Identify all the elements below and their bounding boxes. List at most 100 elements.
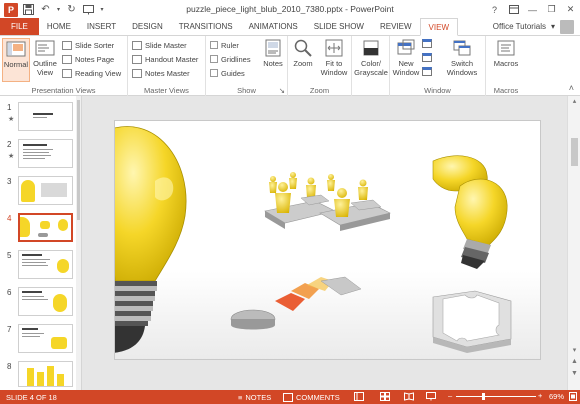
magnifier-icon bbox=[294, 39, 312, 57]
slide-thumbnail[interactable]: 2 ★ bbox=[0, 138, 78, 174]
group-label-window: Window bbox=[424, 86, 451, 95]
undo-dropdown-icon[interactable]: ▾ bbox=[56, 3, 61, 16]
handout-master-button[interactable]: Handout Master bbox=[132, 53, 198, 65]
slide-canvas[interactable] bbox=[114, 120, 541, 360]
move-split-icon[interactable] bbox=[422, 67, 432, 76]
thumbnails-scrollbar-thumb[interactable] bbox=[77, 100, 80, 220]
avatar[interactable] bbox=[560, 19, 574, 34]
tab-home[interactable]: HOME bbox=[39, 18, 79, 35]
slide-sorter-status-button[interactable] bbox=[380, 392, 390, 403]
ribbon: Normal Outline View Slide Sorter Notes P… bbox=[0, 36, 580, 96]
tab-transitions[interactable]: TRANSITIONS bbox=[171, 18, 241, 35]
slide-number: 1 bbox=[7, 103, 12, 112]
account-caret-icon[interactable]: ▾ bbox=[551, 22, 555, 31]
normal-view-icon bbox=[6, 41, 26, 57]
ruler-label: Ruler bbox=[221, 40, 239, 50]
slide-preview bbox=[18, 213, 73, 242]
editor-scrollbar-thumb[interactable] bbox=[571, 138, 578, 166]
animation-star-icon: ★ bbox=[8, 153, 15, 160]
switch-windows-button[interactable]: Switch Windows bbox=[442, 38, 482, 77]
tab-review[interactable]: REVIEW bbox=[372, 18, 420, 35]
gridlines-check-box[interactable] bbox=[210, 55, 218, 63]
notes-master-button[interactable]: Notes Master bbox=[132, 67, 190, 79]
guides-checkbox[interactable]: Guides bbox=[210, 67, 245, 79]
slide-thumbnail[interactable]: 5 bbox=[0, 249, 78, 285]
slide-sorter-button[interactable]: Slide Sorter bbox=[62, 39, 114, 51]
slide-preview bbox=[18, 176, 73, 205]
slide-thumbnail-selected[interactable]: 4 bbox=[0, 212, 78, 248]
zoom-out-button[interactable]: – bbox=[448, 391, 452, 400]
undo-icon[interactable]: ↶ bbox=[39, 3, 52, 16]
slide-thumbnail[interactable]: 3 bbox=[0, 175, 78, 211]
close-icon[interactable]: ✕ bbox=[561, 0, 580, 19]
editor-scrollbar[interactable]: ▴ ▾ ▲ ▼ bbox=[567, 96, 580, 390]
fit-to-window-button[interactable]: Fit to Window bbox=[318, 38, 350, 77]
color-grayscale-icon bbox=[363, 40, 379, 56]
zoom-slider[interactable] bbox=[456, 393, 536, 400]
collapse-ribbon-icon[interactable]: ˄ bbox=[569, 83, 574, 93]
zoom-in-button[interactable]: + bbox=[538, 391, 542, 400]
notes-button[interactable]: Notes bbox=[262, 38, 284, 69]
tab-slide-show[interactable]: SLIDE SHOW bbox=[306, 18, 372, 35]
slide-thumbnail[interactable]: 6 bbox=[0, 286, 78, 322]
slide-thumbnail[interactable]: 1 ★ bbox=[0, 101, 78, 137]
start-slideshow-icon[interactable] bbox=[82, 3, 95, 16]
cascade-icon[interactable] bbox=[422, 53, 432, 62]
thumbnails-scrollbar[interactable] bbox=[76, 96, 81, 390]
zoom-label: Zoom bbox=[293, 59, 313, 68]
ribbon-display-options-icon[interactable] bbox=[504, 0, 523, 19]
minimize-icon[interactable]: — bbox=[523, 0, 542, 19]
new-window-button[interactable]: New Window bbox=[392, 38, 420, 77]
arrange-all-icon[interactable] bbox=[422, 39, 432, 48]
slideshow-status-button[interactable] bbox=[426, 392, 436, 403]
scroll-down-icon[interactable]: ▾ bbox=[570, 346, 579, 355]
show-label: Show bbox=[237, 86, 256, 95]
account-name[interactable]: Office Tutorials bbox=[493, 22, 546, 31]
outline-view-button[interactable]: Outline View bbox=[32, 38, 58, 77]
scroll-up-icon[interactable]: ▴ bbox=[570, 97, 579, 106]
group-label-show: Show ↘ bbox=[206, 86, 287, 95]
notes-page-icon bbox=[62, 54, 72, 64]
restore-icon[interactable]: ❐ bbox=[542, 0, 561, 19]
normal-view-button[interactable]: Normal bbox=[2, 38, 30, 82]
tab-insert[interactable]: INSERT bbox=[79, 18, 124, 35]
quick-access-toolbar: P ↶ ▾ ↻ ▾ bbox=[0, 0, 105, 19]
macros-button[interactable]: Macros bbox=[492, 38, 520, 69]
fit-slide-status-button[interactable] bbox=[569, 392, 577, 403]
notes-master-label: Notes Master bbox=[145, 68, 190, 78]
handout-master-label: Handout Master bbox=[145, 54, 199, 64]
zoom-slider-thumb[interactable] bbox=[482, 393, 486, 400]
gridlines-checkbox[interactable]: Gridlines bbox=[210, 53, 251, 65]
show-dialog-launcher-icon[interactable]: ↘ bbox=[279, 86, 285, 95]
reading-view-button[interactable]: Reading View bbox=[62, 67, 121, 79]
zoom-button[interactable]: Zoom bbox=[292, 38, 314, 69]
tab-design[interactable]: DESIGN bbox=[124, 18, 171, 35]
help-icon[interactable]: ? bbox=[485, 0, 504, 19]
redo-icon[interactable]: ↻ bbox=[65, 3, 78, 16]
tab-animations[interactable]: ANIMATIONS bbox=[241, 18, 306, 35]
guides-check-box[interactable] bbox=[210, 69, 218, 77]
reading-view-status-button[interactable] bbox=[404, 392, 414, 403]
slide-thumbnail[interactable]: 7 bbox=[0, 323, 78, 359]
zoom-level[interactable]: 69% bbox=[549, 392, 564, 401]
notes-toggle[interactable]: ≡ NOTES bbox=[238, 393, 271, 402]
tab-view[interactable]: VIEW bbox=[419, 18, 458, 36]
notes-label: Notes bbox=[263, 59, 283, 68]
ruler-checkbox[interactable]: Ruler bbox=[210, 39, 239, 51]
notes-icon bbox=[265, 39, 281, 57]
comments-toggle[interactable]: COMMENTS bbox=[283, 392, 340, 402]
fit-to-window-label: Fit to Window bbox=[320, 59, 348, 77]
color-grayscale-button[interactable]: Color/ Grayscale bbox=[354, 38, 388, 77]
slide-master-button[interactable]: Slide Master bbox=[132, 39, 187, 51]
slide-preview bbox=[18, 102, 73, 131]
next-slide-icon[interactable]: ▼ bbox=[570, 370, 579, 379]
previous-slide-icon[interactable]: ▲ bbox=[570, 358, 579, 367]
save-icon[interactable] bbox=[22, 3, 35, 16]
customize-qat-icon[interactable]: ▾ bbox=[99, 3, 105, 16]
powerpoint-logo-icon[interactable]: P bbox=[4, 2, 18, 17]
notes-page-button[interactable]: Notes Page bbox=[62, 53, 114, 65]
reading-view-icon bbox=[62, 68, 72, 78]
normal-view-status-button[interactable] bbox=[354, 392, 364, 403]
ruler-check-box[interactable] bbox=[210, 41, 218, 49]
tab-file[interactable]: FILE bbox=[0, 18, 39, 35]
